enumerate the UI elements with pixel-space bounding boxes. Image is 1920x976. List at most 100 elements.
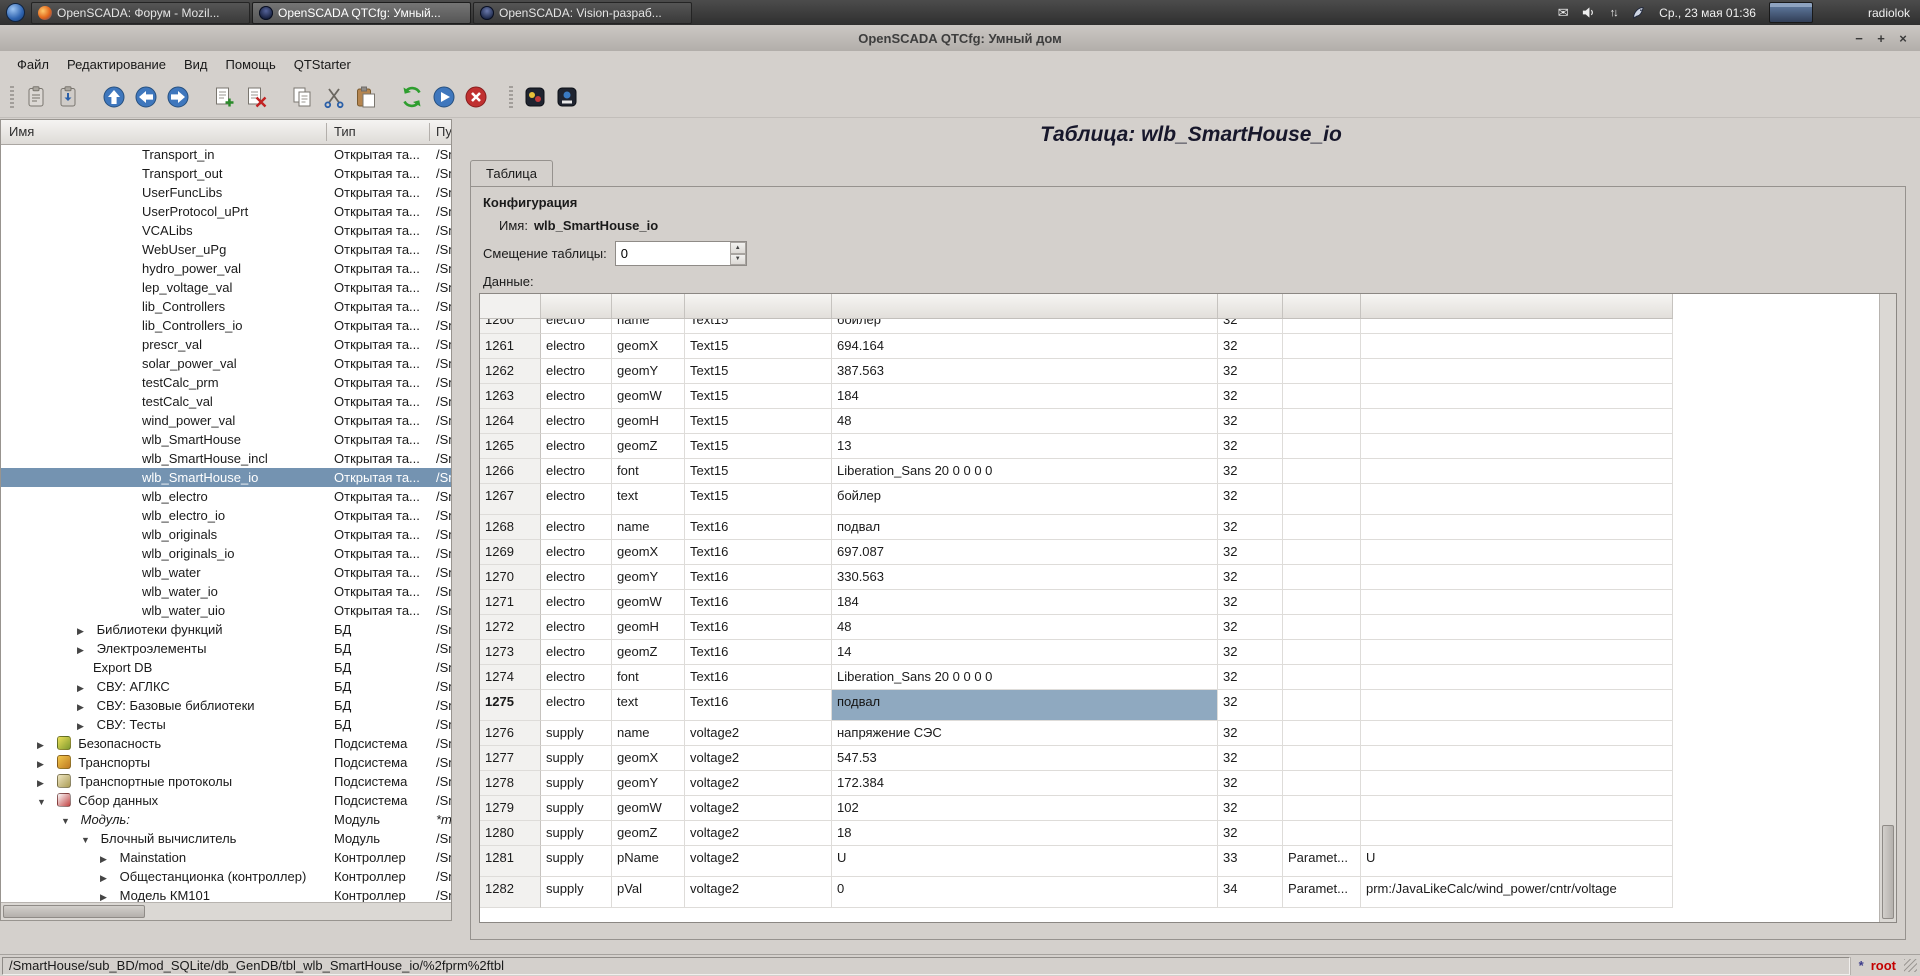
- table-row[interactable]: 1276 supply name voltage2 напряжение СЭС…: [480, 721, 1673, 746]
- tree-row[interactable]: wlb_water Открытая та... /Sm: [1, 563, 451, 582]
- forward-icon[interactable]: [163, 82, 193, 112]
- tree-header-type[interactable]: Тип: [334, 120, 356, 144]
- copy-icon[interactable]: [287, 82, 317, 112]
- scrollbar-thumb[interactable]: [3, 905, 145, 918]
- row-number[interactable]: 1270: [480, 565, 541, 590]
- menu-view[interactable]: Вид: [175, 53, 217, 76]
- table-offset-input[interactable]: [615, 241, 747, 266]
- row-number[interactable]: 1276: [480, 721, 541, 746]
- load-icon[interactable]: [21, 82, 51, 112]
- paste-icon[interactable]: [351, 82, 381, 112]
- updown-arrows-icon[interactable]: ↑↓: [1605, 5, 1621, 21]
- tree-item-wlb_SmartHouse_io[interactable]: wlb_SmartHouse_io Открытая та... /Sm: [1, 468, 451, 487]
- tree-row[interactable]: Transport_in Открытая та... /Sm: [1, 145, 451, 164]
- up-icon[interactable]: [99, 82, 129, 112]
- tree-row[interactable]: wlb_SmartHouse Открытая та... /Sm: [1, 430, 451, 449]
- tree-row[interactable]: wlb_originals Открытая та... /Sm: [1, 525, 451, 544]
- tree-row[interactable]: wlb_electro Открытая та... /Sm: [1, 487, 451, 506]
- column-header[interactable]: [1283, 294, 1361, 318]
- table-row[interactable]: 1262 electro geomY Text15 387.563 32: [480, 359, 1673, 384]
- row-number[interactable]: 1265: [480, 434, 541, 459]
- tree-header-path[interactable]: Пу: [436, 120, 452, 144]
- window-preview-thumbnail[interactable]: [1769, 2, 1813, 23]
- row-number[interactable]: 1278: [480, 771, 541, 796]
- task-button-firefox[interactable]: OpenSCADA: Форум - Mozil...: [31, 2, 250, 24]
- table-row[interactable]: 1277 supply geomX voltage2 547.53 32: [480, 746, 1673, 771]
- messenger-icon[interactable]: [1630, 5, 1646, 21]
- column-header[interactable]: [1361, 294, 1673, 318]
- table-row[interactable]: 1269 electro geomX Text16 697.087 32: [480, 540, 1673, 565]
- row-number[interactable]: 1281: [480, 846, 541, 877]
- row-number[interactable]: 1277: [480, 746, 541, 771]
- tree-horizontal-scrollbar[interactable]: [1, 902, 451, 920]
- tab-table[interactable]: Таблица: [470, 160, 553, 187]
- column-header[interactable]: [832, 294, 1218, 318]
- minimize-button[interactable]: −: [1850, 29, 1868, 47]
- tree-row[interactable]: solar_power_val Открытая та... /Sm: [1, 354, 451, 373]
- save-icon[interactable]: [53, 82, 83, 112]
- row-number[interactable]: 1266: [480, 459, 541, 484]
- maximize-button[interactable]: +: [1872, 29, 1890, 47]
- cut-icon[interactable]: [319, 82, 349, 112]
- mail-icon[interactable]: ✉: [1555, 5, 1571, 21]
- tree-row[interactable]: ▶ СВУ: Тесты БД /Sm: [1, 715, 451, 734]
- toolbar-drag-handle[interactable]: [10, 86, 14, 108]
- row-number[interactable]: 1268: [480, 515, 541, 540]
- row-number[interactable]: 1261: [480, 334, 541, 359]
- qtstarter-conf-icon[interactable]: [520, 82, 550, 112]
- menu-file[interactable]: Файл: [8, 53, 58, 76]
- resize-grip-icon[interactable]: [1904, 959, 1917, 972]
- tree-row[interactable]: wlb_SmartHouse_incl Открытая та... /Sm: [1, 449, 451, 468]
- table-row[interactable]: 1260 electro name Text15 бойлер 32: [480, 319, 1673, 334]
- table-row[interactable]: 1270 electro geomY Text16 330.563 32: [480, 565, 1673, 590]
- tree-row[interactable]: lep_voltage_val Открытая та... /Sm: [1, 278, 451, 297]
- table-row[interactable]: 1274 electro font Text16 Liberation_Sans…: [480, 665, 1673, 690]
- tree-row[interactable]: ▶ Безопасность Подсистема /Sm: [1, 734, 451, 753]
- tree-row[interactable]: ▶ Mainstation Контроллер /Sm: [1, 848, 451, 867]
- table-row[interactable]: 1282 supply pVal voltage2 0 34 Paramet..…: [480, 877, 1673, 908]
- delete-item-icon[interactable]: [241, 82, 271, 112]
- close-button[interactable]: ×: [1894, 29, 1912, 47]
- tree-row[interactable]: ▶ Библиотеки функций БД /Sm: [1, 620, 451, 639]
- table-row[interactable]: 1271 electro geomW Text16 184 32: [480, 590, 1673, 615]
- toolbar-drag-handle[interactable]: [509, 86, 513, 108]
- menu-qtstarter[interactable]: QTStarter: [285, 53, 360, 76]
- table-row[interactable]: 1273 electro geomZ Text16 14 32: [480, 640, 1673, 665]
- tree-row[interactable]: testCalc_val Открытая та... /Sm: [1, 392, 451, 411]
- task-button-vision[interactable]: OpenSCADA: Vision-разраб...: [473, 2, 692, 24]
- tree-row[interactable]: Export DB БД /Sm: [1, 658, 451, 677]
- tree-row[interactable]: ▶ Общестанционка (контроллер) Контроллер…: [1, 867, 451, 886]
- tree-row[interactable]: UserFuncLibs Открытая та... /Sm: [1, 183, 451, 202]
- tree-row[interactable]: wind_power_val Открытая та... /Sm: [1, 411, 451, 430]
- table-row[interactable]: 1281 supply pName voltage2 U 33 Paramet.…: [480, 846, 1673, 877]
- table-row[interactable]: 1263 electro geomW Text15 184 32: [480, 384, 1673, 409]
- clock[interactable]: Ср., 23 мая 01:36: [1659, 6, 1756, 20]
- column-separator[interactable]: [429, 123, 430, 141]
- row-number[interactable]: 1275: [480, 690, 541, 721]
- table-row[interactable]: 1266 electro font Text15 Liberation_Sans…: [480, 459, 1673, 484]
- table-row[interactable]: 1278 supply geomY voltage2 172.384 32: [480, 771, 1673, 796]
- column-header[interactable]: [541, 294, 612, 318]
- tree-row[interactable]: hydro_power_val Открытая та... /Sm: [1, 259, 451, 278]
- spin-down-icon[interactable]: ▼: [730, 254, 746, 266]
- tree-row[interactable]: lib_Controllers_io Открытая та... /Sm: [1, 316, 451, 335]
- stop-icon[interactable]: [461, 82, 491, 112]
- table-row[interactable]: 1275 electro text Text16 подвал 32: [480, 690, 1673, 721]
- column-header[interactable]: [685, 294, 832, 318]
- row-number[interactable]: 1271: [480, 590, 541, 615]
- table-row[interactable]: 1264 electro geomH Text15 48 32: [480, 409, 1673, 434]
- add-item-icon[interactable]: [209, 82, 239, 112]
- back-icon[interactable]: [131, 82, 161, 112]
- table-row[interactable]: 1279 supply geomW voltage2 102 32: [480, 796, 1673, 821]
- menu-edit[interactable]: Редактирование: [58, 53, 175, 76]
- table-row[interactable]: 1265 electro geomZ Text15 13 32: [480, 434, 1673, 459]
- column-header[interactable]: [480, 294, 541, 318]
- menu-help[interactable]: Помощь: [217, 53, 285, 76]
- tree-row[interactable]: ▶ Транспортные протоколы Подсистема /Sm: [1, 772, 451, 791]
- tree-header-name[interactable]: Имя: [9, 120, 34, 144]
- tree-row[interactable]: testCalc_prm Открытая та... /Sm: [1, 373, 451, 392]
- row-number[interactable]: 1279: [480, 796, 541, 821]
- volume-icon[interactable]: [1580, 5, 1596, 21]
- tree-row[interactable]: UserProtocol_uPrt Открытая та... /Sm: [1, 202, 451, 221]
- tree-row[interactable]: ▼ Блочный вычислитель Модуль /Sm: [1, 829, 451, 848]
